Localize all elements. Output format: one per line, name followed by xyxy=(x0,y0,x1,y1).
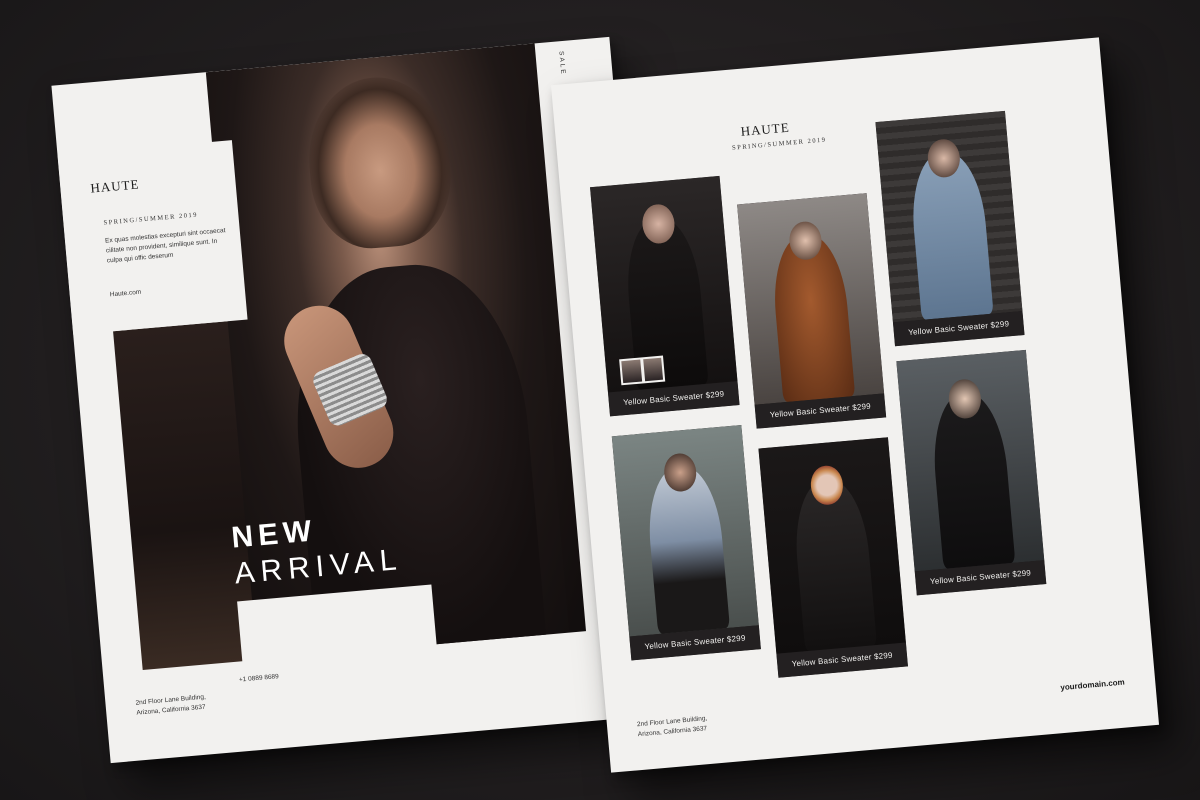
model-head xyxy=(302,71,457,254)
address-block: 2nd Floor Lane Building, Arizona, Califo… xyxy=(135,693,207,719)
product-tile[interactable]: Yellow Basic Sweater $299 xyxy=(758,437,908,678)
intro-card: HAUTE SPRING/SUMMER 2019 Ex quas molesti… xyxy=(57,140,248,335)
product-tile[interactable]: Yellow Basic Sweater $299 xyxy=(611,424,761,661)
product-tile[interactable]: Yellow Basic Sweater $299 xyxy=(737,193,887,429)
brand-title: HAUTE xyxy=(740,119,791,139)
brand-title: HAUTE xyxy=(89,176,141,196)
right-flyer: HAUTE SPRING/SUMMER 2019 Yellow Basic Sw… xyxy=(550,37,1160,773)
address-block: 2nd Floor Lane Building, Arizona, Califo… xyxy=(637,714,709,740)
website-link[interactable]: Haute.com xyxy=(110,289,142,299)
headline-new: NEW xyxy=(230,514,318,555)
intro-body: Ex quas molestias excepturi sint occaeca… xyxy=(105,225,237,266)
website-link[interactable]: yourdomain.com xyxy=(1060,678,1125,693)
product-tile[interactable]: Yellow Basic Sweater $299 xyxy=(875,110,1025,347)
product-tile[interactable]: Yellow Basic Sweater $299 xyxy=(896,349,1047,596)
thumbnail-strip xyxy=(619,355,666,386)
product-tile[interactable]: Yellow Basic Sweater $299 xyxy=(590,175,740,417)
phone-number: +1 0889 8689 xyxy=(238,673,280,684)
season-subtitle: SPRING/SUMMER 2019 xyxy=(103,211,199,227)
